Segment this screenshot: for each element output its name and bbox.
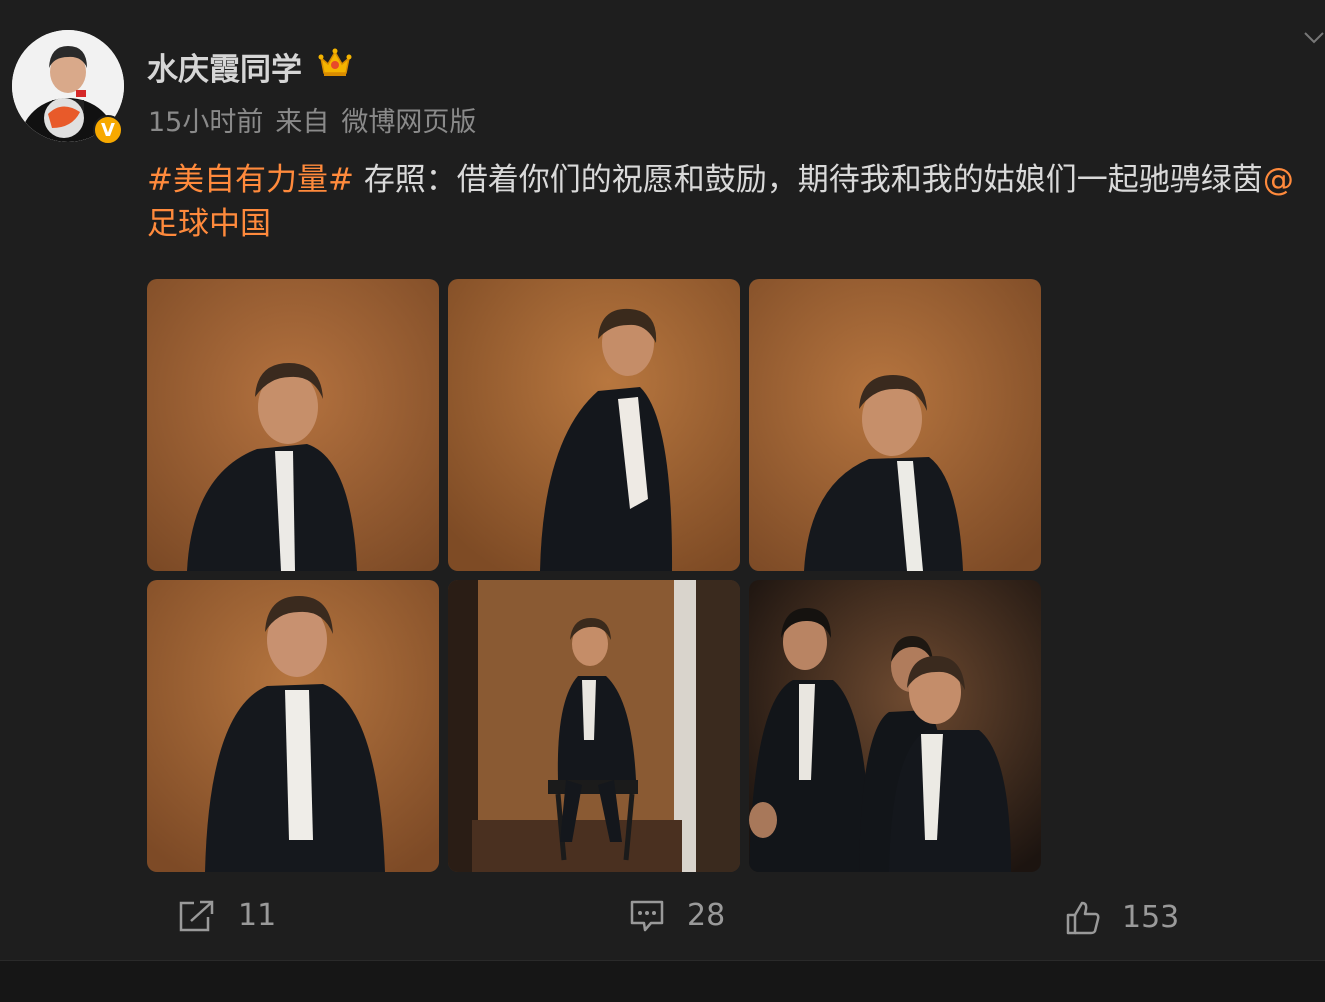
comment-icon <box>630 900 664 931</box>
thumbs-up-icon <box>1066 901 1100 934</box>
photo-thumbnail-4[interactable] <box>147 580 439 872</box>
chevron-down-icon[interactable] <box>1303 30 1325 46</box>
photo-portrait-1 <box>147 279 439 571</box>
share-button[interactable]: 11 <box>178 898 276 933</box>
post-body-text: 存照：借着你们的祝愿和鼓励，期待我和我的姑娘们一起驰骋绿茵 <box>363 162 1263 198</box>
source-prefix: 来自 <box>275 107 330 138</box>
comment-button[interactable]: 28 <box>629 898 725 933</box>
post-meta: 15小时前 来自 微博网页版 <box>148 100 488 139</box>
photo-portrait-4 <box>147 580 439 872</box>
share-count: 11 <box>238 898 277 933</box>
post-time[interactable]: 15小时前 <box>148 107 263 138</box>
action-bar: 11 28 153 <box>0 892 1325 942</box>
image-grid <box>147 279 1041 872</box>
post-source: 微博网页版 <box>341 107 477 138</box>
author-name[interactable]: 水庆霞同学 <box>147 44 302 89</box>
like-count: 153 <box>1122 900 1180 935</box>
verified-badge: V <box>93 115 123 145</box>
photo-thumbnail-1[interactable] <box>147 279 439 571</box>
share-icon <box>179 900 214 931</box>
photo-group <box>749 580 1041 872</box>
next-post-divider <box>0 960 1325 1002</box>
photo-portrait-3 <box>749 279 1041 571</box>
photo-seated <box>448 580 740 872</box>
like-button[interactable]: 153 <box>1066 900 1179 935</box>
weibo-post-card: V 水庆霞同学 15小时前 来自 微博网页版 #美自有力量# 存照：借着你们的祝愿和… <box>0 0 1325 960</box>
photo-thumbnail-3[interactable] <box>749 279 1041 571</box>
post-content: #美自有力量# 存照：借着你们的祝愿和鼓励，期待我和我的姑娘们一起驰骋绿茵@足球… <box>147 158 1317 246</box>
photo-thumbnail-2[interactable] <box>448 279 740 571</box>
photo-portrait-2 <box>448 279 740 571</box>
photo-thumbnail-5[interactable] <box>448 580 740 872</box>
hashtag-link[interactable]: #美自有力量# <box>147 162 354 198</box>
comment-count: 28 <box>687 898 726 933</box>
photo-thumbnail-6[interactable] <box>749 580 1041 872</box>
crown-icon[interactable] <box>318 48 352 78</box>
